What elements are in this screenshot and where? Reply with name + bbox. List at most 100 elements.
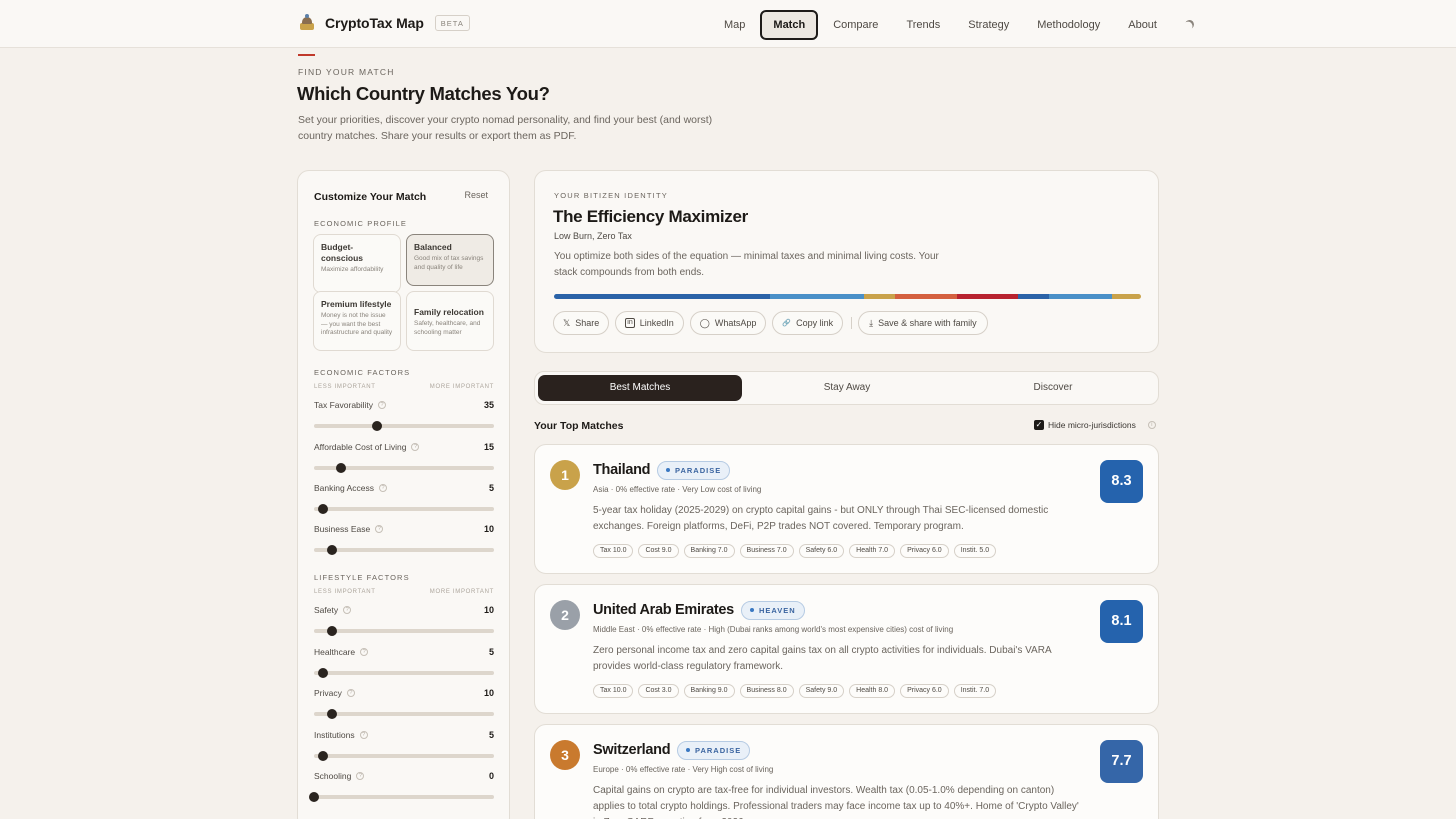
profile-title: Family relocation [414, 307, 484, 317]
match-card[interactable]: 3 Switzerland PARADISE Europe · 0% effec… [534, 724, 1159, 819]
help-icon[interactable]: ? [360, 648, 369, 656]
checkbox-checked[interactable]: ✓ [1034, 420, 1044, 430]
whatsapp-icon: ◯ [699, 317, 710, 328]
help-icon[interactable]: ? [346, 689, 355, 697]
share-whatsapp-button[interactable]: ◯ WhatsApp [689, 311, 767, 335]
page-subtitle: Set your priorities, discover your crypt… [298, 114, 713, 142]
slider-thumb[interactable] [372, 421, 382, 431]
help-icon[interactable]: ? [378, 401, 387, 409]
country-meta: Asia · 0% effective rate · Very Low cost… [593, 485, 762, 494]
profile-desc: Good mix of tax savings and quality of l… [414, 255, 484, 271]
slider-track[interactable] [314, 709, 494, 719]
slider-thumb[interactable] [318, 751, 328, 761]
score-chips: Tax 10.0 Cost 9.0 Banking 7.0 Business 7… [593, 544, 1001, 558]
less-important-label: LESS IMPORTANT [314, 589, 376, 595]
slider-track[interactable] [314, 504, 494, 514]
identity-card: YOUR BITIZEN IDENTITY The Efficiency Max… [534, 170, 1159, 353]
linkedin-icon: in [625, 318, 635, 328]
profile-premium[interactable]: Premium lifestyle Money is not the issue… [313, 291, 401, 351]
share-label: Share [575, 318, 600, 328]
slider-thumb[interactable] [327, 709, 337, 719]
nav-trends[interactable]: Trends [893, 9, 953, 41]
profile-title: Balanced [414, 242, 452, 252]
share-x-button[interactable]: 𝕏 Share [553, 311, 610, 335]
results-heading: Your Top Matches [534, 420, 624, 432]
country-meta: Middle East · 0% effective rate · High (… [593, 625, 954, 634]
match-card[interactable]: 2 United Arab Emirates HEAVEN Middle Eas… [534, 584, 1159, 714]
economic-profile-label: ECONOMIC PROFILE [314, 219, 408, 228]
share-label: WhatsApp [714, 318, 757, 328]
slider-track[interactable] [314, 668, 494, 678]
help-icon[interactable]: ? [411, 443, 420, 451]
score-chip: Safety 9.0 [798, 684, 845, 698]
results-tabs: Best Matches Stay Away Discover [534, 371, 1159, 405]
nav-strategy[interactable]: Strategy [955, 9, 1022, 41]
hide-micro-toggle[interactable]: ✓ Hide micro-jurisdictions i [1034, 420, 1156, 430]
factor-name: Schooling [314, 771, 352, 781]
nav-about[interactable]: About [1115, 9, 1170, 41]
profile-family[interactable]: Family relocation Safety, healthcare, an… [406, 291, 494, 351]
slider-track[interactable] [314, 463, 494, 473]
copy-link-button[interactable]: 🔗 Copy link [772, 311, 844, 335]
nav-compare[interactable]: Compare [820, 9, 891, 41]
slider-thumb[interactable] [336, 463, 346, 473]
top-navbar: CryptoTax Map BETA Map Match Compare Tre… [0, 0, 1456, 48]
brand-name: CryptoTax Map [325, 15, 424, 31]
main-nav: Map Match Compare Trends Strategy Method… [711, 9, 1202, 41]
tab-discover[interactable]: Discover [951, 375, 1155, 401]
slider-track[interactable] [314, 545, 494, 555]
share-linkedin-button[interactable]: in LinkedIn [615, 311, 684, 335]
nav-map[interactable]: Map [711, 9, 758, 41]
factor-value: 10 [483, 605, 494, 615]
help-icon[interactable]: ? [359, 731, 368, 739]
slider-thumb[interactable] [309, 792, 319, 802]
rank-badge: 2 [550, 600, 580, 630]
factor-value: 35 [483, 400, 494, 410]
factor-tax-favorability: Tax Favorability? 35 [314, 399, 494, 431]
help-icon[interactable]: ? [356, 772, 365, 780]
identity-bar-segment [1111, 294, 1141, 299]
save-share-family-button[interactable]: ⤓ Save & share with family [858, 311, 988, 335]
factor-value: 5 [488, 647, 494, 657]
slider-thumb[interactable] [327, 545, 337, 555]
country-name[interactable]: Switzerland [593, 742, 671, 758]
factor-healthcare: Healthcare? 5 [314, 646, 494, 678]
category-badge: HEAVEN [741, 601, 805, 620]
country-name[interactable]: Thailand [593, 462, 651, 478]
reset-button[interactable]: Reset [464, 190, 488, 200]
theme-toggle-button[interactable] [1178, 13, 1202, 37]
help-icon[interactable]: ? [375, 525, 384, 533]
profile-budget[interactable]: Budget-conscious Maximize affordability [313, 234, 401, 293]
country-name[interactable]: United Arab Emirates [593, 602, 734, 618]
identity-subtitle: Low Burn, Zero Tax [554, 231, 632, 241]
factor-value: 5 [488, 483, 494, 493]
slider-track[interactable] [314, 626, 494, 636]
match-card[interactable]: 1 Thailand PARADISE Asia · 0% effective … [534, 444, 1159, 574]
slider-thumb[interactable] [327, 626, 337, 636]
slider-track[interactable] [314, 421, 494, 431]
identity-title: The Efficiency Maximizer [553, 207, 748, 226]
slider-track[interactable] [309, 792, 494, 802]
share-label: Save & share with family [878, 318, 977, 328]
slider-thumb[interactable] [318, 504, 328, 514]
less-important-label: LESS IMPORTANT [314, 384, 376, 390]
factor-safety: Safety? 10 [314, 604, 494, 636]
info-icon[interactable]: i [1147, 421, 1156, 429]
factor-privacy: Privacy? 10 [314, 687, 494, 719]
nav-methodology[interactable]: Methodology [1024, 9, 1113, 41]
brand[interactable]: CryptoTax Map BETA [298, 14, 470, 32]
rank-badge: 1 [550, 460, 580, 490]
importance-scale: LESS IMPORTANT MORE IMPORTANT [314, 589, 494, 595]
match-score: 7.7 [1100, 740, 1143, 783]
tab-best-matches[interactable]: Best Matches [538, 375, 742, 401]
nav-match[interactable]: Match [760, 10, 819, 40]
score-chip: Business 8.0 [739, 684, 794, 698]
slider-track[interactable] [314, 751, 494, 761]
factor-name: Healthcare [314, 647, 356, 657]
score-chip: Cost 9.0 [638, 544, 679, 558]
slider-thumb[interactable] [318, 668, 328, 678]
tab-stay-away[interactable]: Stay Away [745, 375, 949, 401]
profile-balanced[interactable]: Balanced Good mix of tax savings and qua… [406, 234, 494, 286]
help-icon[interactable]: ? [343, 606, 352, 614]
help-icon[interactable]: ? [379, 484, 388, 492]
